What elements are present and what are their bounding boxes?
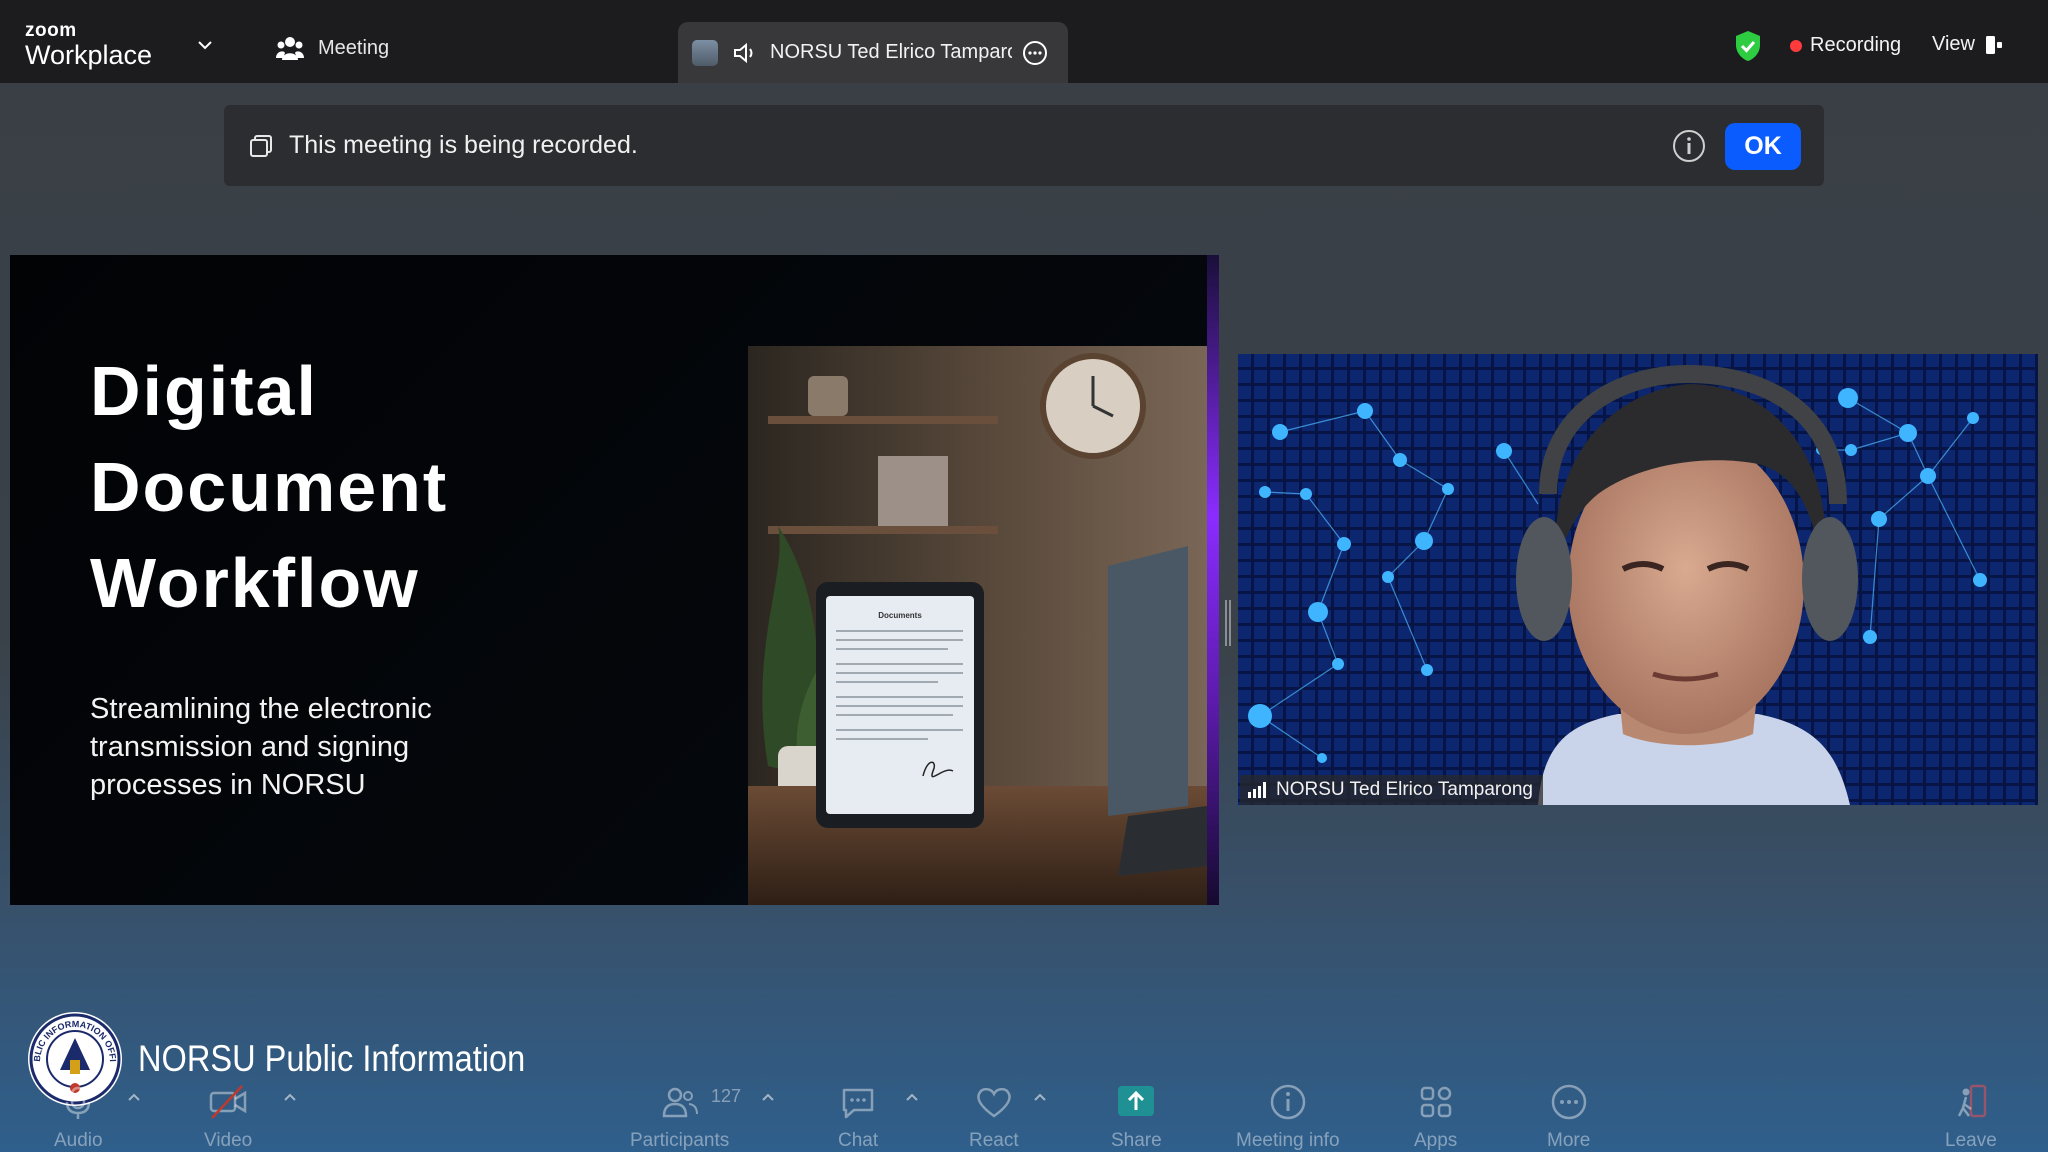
share-screen-icon <box>1118 1086 1155 1116</box>
share-label: Share <box>1111 1130 1162 1151</box>
slide-title-line: Digital <box>90 352 318 430</box>
recording-notice-banner: This meeting is being recorded. OK <box>224 105 1824 186</box>
meeting-info-button[interactable]: Meeting info <box>1236 1082 1340 1152</box>
slide-subtitle: Streamlining the electronic transmission… <box>90 693 432 801</box>
slide-title-line: Document <box>90 448 449 526</box>
leave-label: Leave <box>1945 1130 1997 1151</box>
recording-indicator[interactable]: Recording <box>1790 34 1901 57</box>
resize-handle[interactable] <box>1225 600 1231 646</box>
apps-button[interactable]: Apps <box>1414 1082 1457 1152</box>
signal-strength-icon <box>1248 782 1266 798</box>
share-button[interactable]: Share <box>1111 1082 1162 1152</box>
react-button[interactable]: React <box>969 1082 1019 1152</box>
apps-label: Apps <box>1414 1130 1458 1151</box>
more-button[interactable]: More <box>1547 1082 1590 1152</box>
react-options-caret-icon[interactable] <box>1033 1092 1047 1102</box>
shared-screen: Digital Document Workflow Streamlining t… <box>10 255 1219 905</box>
document-heading: Documents <box>878 611 922 620</box>
apps-icon <box>1420 1086 1451 1118</box>
view-button[interactable]: View <box>1932 33 2003 56</box>
logo-zoom-text: zoom <box>25 20 77 41</box>
heart-icon <box>977 1087 1011 1118</box>
active-speaker-tab[interactable]: NORSU Ted Elrico Tamparong <box>678 22 1068 83</box>
info-icon[interactable] <box>1672 129 1706 163</box>
participants-label: Participants <box>630 1130 730 1151</box>
participant-name-label: NORSU Ted Elrico Tamparong <box>1240 775 1543 805</box>
tablet-document-photo: Documents <box>748 346 1207 905</box>
recording-label: Recording <box>1810 34 1902 56</box>
leave-icon <box>1957 1084 1987 1118</box>
audio-button[interactable]: Audio <box>54 1082 103 1152</box>
audio-options-caret-icon[interactable] <box>127 1092 141 1102</box>
video-feed <box>1238 354 2038 805</box>
zoom-workplace-logo[interactable]: zoom Workplace <box>25 20 153 70</box>
video-camera-off-icon <box>209 1085 247 1119</box>
recording-copy-icon <box>250 135 272 157</box>
top-bar: zoom Workplace Meeting NORSU Ted Elrico … <box>0 0 2048 83</box>
more-options-icon[interactable] <box>1022 40 1048 66</box>
recording-dot <box>1790 39 1802 52</box>
speaker-avatar <box>692 39 718 66</box>
meeting-button[interactable]: Meeting <box>276 36 389 60</box>
slide-title-line: Workflow <box>90 544 420 622</box>
view-layout-icon <box>1986 35 2002 54</box>
participants-count: 127 <box>711 1086 742 1106</box>
audio-label: Audio <box>54 1130 103 1151</box>
slide-edge-glow <box>1207 255 1219 905</box>
participant-video-tile[interactable]: NORSU Ted Elrico Tamparong <box>1238 354 2038 805</box>
chat-options-caret-icon[interactable] <box>905 1092 919 1102</box>
logo-workplace-text: Workplace <box>25 40 153 70</box>
meeting-toolbar: Audio Video Participants 127 Chat React … <box>0 1062 2048 1152</box>
chat-label: Chat <box>838 1130 879 1151</box>
active-speaker-name: NORSU Ted Elrico Tamparong <box>770 41 1012 63</box>
participants-options-caret-icon[interactable] <box>761 1092 775 1102</box>
ok-button[interactable]: OK <box>1725 123 1801 170</box>
video-options-caret-icon[interactable] <box>283 1092 297 1102</box>
recording-notice-text: This meeting is being recorded. <box>289 131 638 159</box>
people-icon <box>276 37 304 60</box>
view-label: View <box>1932 33 1975 55</box>
chevron-down-icon[interactable] <box>196 36 214 54</box>
video-label: Video <box>204 1130 253 1151</box>
slide-title: Digital Document Workflow <box>90 343 448 631</box>
leave-button[interactable]: Leave <box>1945 1082 1997 1152</box>
participants-icon <box>662 1087 698 1118</box>
speaker-icon <box>734 42 753 63</box>
security-shield-icon[interactable] <box>1734 30 1762 62</box>
meeting-info-label: Meeting info <box>1236 1130 1340 1151</box>
chat-button[interactable]: Chat <box>838 1082 878 1152</box>
meeting-info-icon <box>1270 1084 1305 1120</box>
chat-icon <box>842 1088 874 1119</box>
microphone-icon <box>66 1086 91 1119</box>
participant-name: NORSU Ted Elrico Tamparong <box>1276 779 1533 800</box>
video-button[interactable]: Video <box>204 1082 252 1152</box>
more-icon <box>1551 1084 1586 1120</box>
react-label: React <box>969 1130 1019 1151</box>
meeting-label: Meeting <box>318 36 390 59</box>
more-label: More <box>1547 1130 1591 1151</box>
